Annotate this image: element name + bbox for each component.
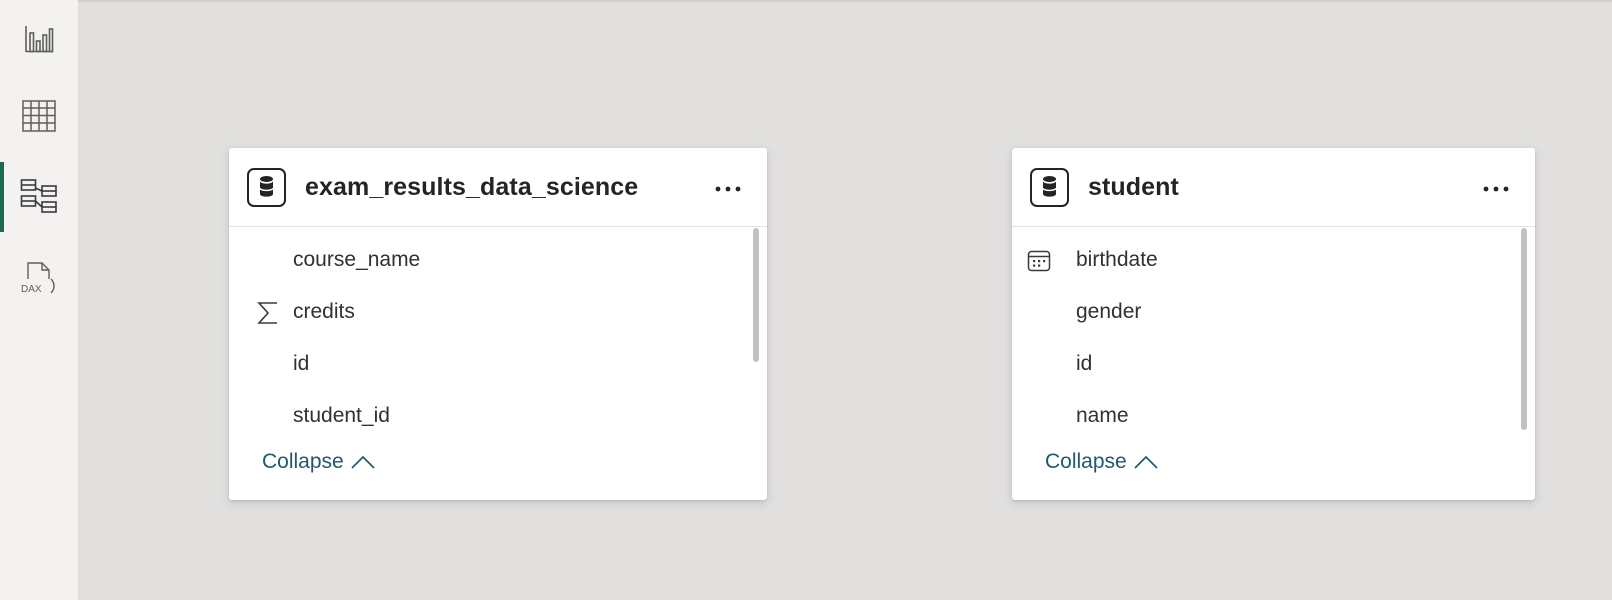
sigma-icon [255,300,281,326]
field-label: student_id [293,404,390,427]
collapse-label: Collapse [262,450,344,473]
collapse-label: Collapse [1045,450,1127,473]
report-view-icon [25,26,54,53]
table-card-header[interactable]: student [1012,148,1535,227]
field-id[interactable]: id [229,338,743,388]
field-label: id [1076,352,1093,375]
field-label: id [293,352,310,375]
view-switcher-rail: DAX [0,0,78,600]
field-list-scrollbar[interactable] [753,228,759,362]
dax-query-view-icon: DAX [21,262,55,295]
chevron-up-icon [351,455,375,469]
more-options-button[interactable] [1479,174,1513,204]
table-view-icon [22,100,56,132]
field-label: name [1076,404,1129,427]
field-credits[interactable]: credits [229,286,743,336]
table-view-button[interactable] [0,78,78,154]
collapse-button[interactable]: Collapse [262,450,376,474]
dax-query-view-button[interactable]: DAX [0,240,78,316]
model-view-button[interactable] [0,159,78,235]
field-list-scrollbar[interactable] [1521,228,1527,430]
report-view-button[interactable] [0,1,78,77]
model-view-icon [20,179,57,213]
calendar-icon [1026,248,1052,274]
collapse-button[interactable]: Collapse [1045,450,1159,474]
svg-text:DAX: DAX [21,284,42,295]
field-label: credits [293,300,355,323]
field-course-name[interactable]: course_name [229,234,743,284]
field-id[interactable]: id [1012,338,1511,388]
ellipsis-icon [1483,186,1509,192]
table-card-header[interactable]: exam_results_data_science [229,148,767,227]
field-name[interactable]: name [1012,390,1511,440]
chevron-up-icon [1134,455,1158,469]
table-card-student[interactable]: student birthdate gender id name Collaps… [1012,148,1535,500]
top-shadow [0,0,1612,3]
database-table-icon [247,168,286,207]
table-card-exam-results[interactable]: exam_results_data_science course_name cr… [229,148,767,500]
ellipsis-icon [715,186,741,192]
field-gender[interactable]: gender [1012,286,1511,336]
field-label: gender [1076,300,1142,323]
more-options-button[interactable] [711,174,745,204]
field-birthdate[interactable]: birthdate [1012,234,1511,284]
field-label: course_name [293,248,421,271]
table-name: exam_results_data_science [305,173,639,201]
field-label: birthdate [1076,248,1158,271]
table-name: student [1088,173,1179,201]
database-table-icon [1030,168,1069,207]
field-student-id[interactable]: student_id [229,390,743,440]
